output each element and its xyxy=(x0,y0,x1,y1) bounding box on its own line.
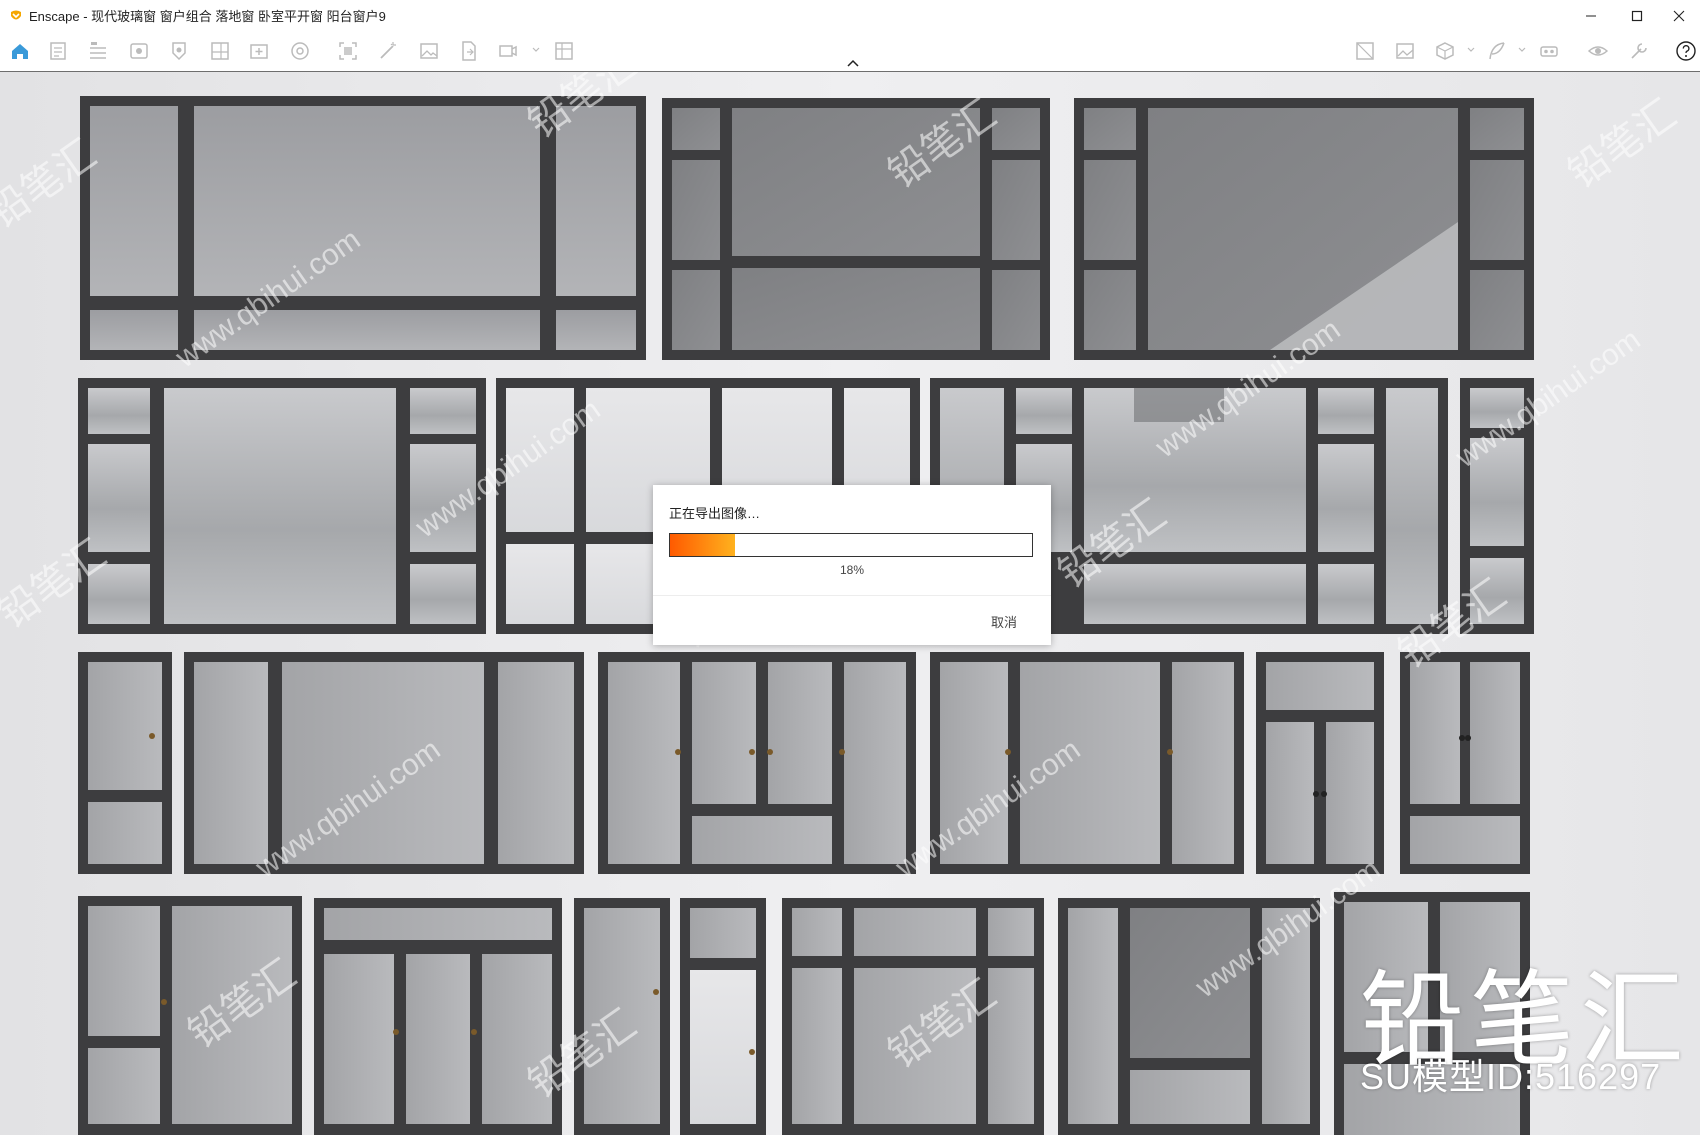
material-cube-icon[interactable] xyxy=(1434,40,1456,62)
window-title: Enscape - 现代玻璃窗 窗户组合 落地窗 卧室平开窗 阳台窗户9 xyxy=(29,9,386,24)
window-r3-1 xyxy=(78,652,172,874)
window-r4-4 xyxy=(680,898,766,1135)
window-r4-1 xyxy=(78,896,302,1135)
title-bar: Enscape - 现代玻璃窗 窗户组合 落地窗 卧室平开窗 阳台窗户9 xyxy=(0,0,1700,31)
progress-percent: 18% xyxy=(839,563,865,577)
window-r3-3 xyxy=(598,652,916,874)
render-icon[interactable] xyxy=(289,40,311,62)
views-icon[interactable] xyxy=(209,40,231,62)
help-icon[interactable] xyxy=(1675,40,1697,62)
minimize-button[interactable] xyxy=(1568,0,1614,31)
add-view-icon[interactable] xyxy=(248,40,270,62)
eye-icon[interactable] xyxy=(1587,40,1609,62)
export-doc-icon[interactable] xyxy=(47,40,69,62)
window-r3-5 xyxy=(1256,652,1384,874)
window-r2-4 xyxy=(1460,378,1534,634)
export-file-icon[interactable] xyxy=(458,40,480,62)
visibility-icon[interactable] xyxy=(128,40,150,62)
tools-icon[interactable] xyxy=(1628,40,1650,62)
window-r1-1 xyxy=(80,96,646,360)
image-gallery-icon[interactable] xyxy=(1394,40,1416,62)
image-icon[interactable] xyxy=(418,40,440,62)
settings-icon[interactable] xyxy=(168,40,190,62)
window-r1-2 xyxy=(662,98,1050,360)
cancel-button[interactable]: 取消 xyxy=(991,612,1017,631)
model-id-label: SU模型ID:516297 xyxy=(1360,1056,1662,1097)
magic-icon[interactable] xyxy=(377,40,399,62)
vr-icon[interactable] xyxy=(1538,40,1560,62)
screenshot-icon[interactable] xyxy=(337,40,359,62)
video-icon[interactable] xyxy=(497,40,519,62)
asset-library-icon[interactable] xyxy=(1354,40,1376,62)
batch-icon[interactable] xyxy=(553,40,575,62)
close-button[interactable] xyxy=(1656,0,1700,31)
window-r3-4 xyxy=(930,652,1244,874)
collapse-toolbar-chevron-icon[interactable] xyxy=(846,58,860,68)
maximize-button[interactable] xyxy=(1614,0,1660,31)
chevron-down-icon[interactable] xyxy=(532,46,540,54)
window-r3-6 xyxy=(1400,652,1530,874)
close-icon xyxy=(1673,10,1685,21)
export-progress-dialog: 正在导出图像… 18% 取消 xyxy=(653,485,1051,645)
home-icon[interactable] xyxy=(9,40,31,62)
enscape-logo-icon xyxy=(11,10,21,19)
bim-icon[interactable] xyxy=(87,40,109,62)
progress-fill xyxy=(670,534,736,556)
feather-icon[interactable] xyxy=(1486,40,1508,62)
window-r4-6 xyxy=(1058,898,1320,1135)
window-r3-2 xyxy=(184,652,584,874)
window-r4-2 xyxy=(314,898,562,1135)
window-r4-5 xyxy=(782,898,1044,1135)
export-progress-bar xyxy=(669,533,1033,557)
window-r2-1 xyxy=(78,378,486,634)
dialog-title: 正在导出图像… xyxy=(669,506,761,521)
window-r4-3 xyxy=(574,898,670,1135)
chevron-down-icon[interactable] xyxy=(1467,46,1475,54)
minimize-icon xyxy=(1586,15,1596,16)
chevron-down-icon[interactable] xyxy=(1518,46,1526,54)
window-r1-3 xyxy=(1074,98,1534,360)
dialog-divider xyxy=(653,595,1051,596)
maximize-icon xyxy=(1631,10,1643,21)
